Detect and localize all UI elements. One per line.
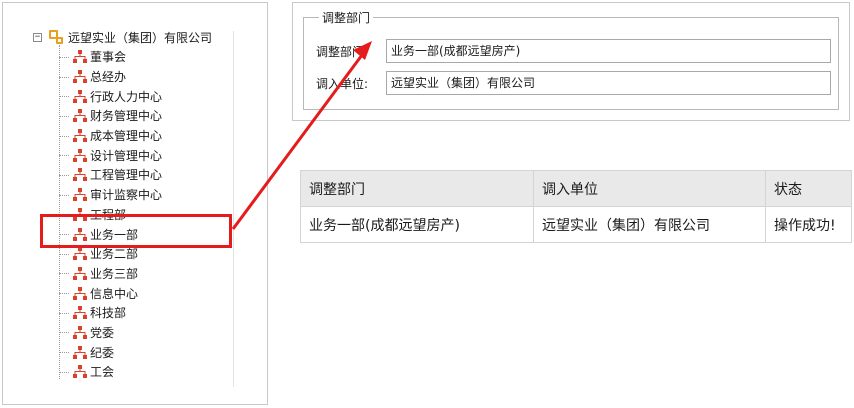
adjust-department-panel: 调整部门 调整部门 业务一部(成都远望房产) 调入单位: 远望实业（集团）有限公… — [292, 2, 850, 121]
tree-item[interactable]: 行政人力中心 — [59, 86, 162, 106]
department-icon — [73, 306, 87, 320]
table-cell: 操作成功! — [765, 206, 852, 243]
tree-item[interactable]: 董事会 — [59, 47, 162, 67]
department-icon — [73, 266, 87, 280]
department-label: 调整部门 — [316, 44, 365, 59]
department-icon — [73, 168, 87, 182]
tree-item[interactable]: 工会 — [59, 362, 162, 382]
tree-item-label: 设计管理中心 — [90, 148, 163, 163]
tree-item-label: 业务三部 — [90, 266, 139, 281]
tree-item[interactable]: 设计管理中心 — [59, 145, 162, 165]
department-icon — [73, 325, 87, 339]
tree-item-label: 成本管理中心 — [90, 129, 163, 144]
tree-item-label: 工会 — [90, 365, 115, 380]
tree-item[interactable]: 工程管理中心 — [59, 165, 162, 185]
unit-field[interactable]: 远望实业（集团）有限公司 — [386, 71, 831, 95]
tree-item[interactable]: 党委 — [59, 323, 162, 343]
tree-item-label: 信息中心 — [90, 286, 139, 301]
table-cell: 业务一部(成都远望房产) — [300, 206, 534, 243]
tree-item-label: 科技部 — [90, 306, 127, 321]
department-icon — [73, 70, 87, 84]
tree-item-label: 工程管理中心 — [90, 168, 163, 183]
tree-divider — [233, 31, 234, 387]
column-header: 状态 — [765, 170, 852, 207]
department-icon — [73, 148, 87, 162]
unit-row: 调入单位: 远望实业（集团）有限公司 — [304, 70, 838, 96]
tree-item-label: 审计监察中心 — [90, 188, 163, 203]
collapse-toggle-icon[interactable]: − — [33, 32, 42, 42]
tree-item-label: 财务管理中心 — [90, 109, 163, 124]
department-icon — [73, 188, 87, 202]
tree-root-node[interactable]: − 远望实业（集团）有限公司 — [33, 28, 212, 46]
tree-item[interactable]: 信息中心 — [59, 283, 162, 303]
table-header-row: 调整部门 调入单位 状态 — [300, 170, 852, 207]
department-icon — [73, 129, 87, 143]
tree-item-label: 行政人力中心 — [90, 89, 163, 104]
tree-item[interactable]: 纪委 — [59, 342, 162, 362]
tree-item[interactable]: 审计监察中心 — [59, 185, 162, 205]
department-icon — [73, 345, 87, 359]
tree-item[interactable]: 财务管理中心 — [59, 106, 162, 126]
column-header: 调入单位 — [533, 170, 766, 207]
tree-root-label: 远望实业（集团）有限公司 — [68, 30, 213, 45]
department-field[interactable]: 业务一部(成都远望房产) — [386, 39, 831, 63]
tree-item[interactable]: 业务三部 — [59, 264, 162, 284]
tree-item[interactable]: 总经办 — [59, 67, 162, 87]
result-table: 调整部门 调入单位 状态 业务一部(成都远望房产) 远望实业（集团）有限公司 操… — [300, 170, 852, 243]
tree-item-label: 总经办 — [90, 70, 127, 85]
org-tree-panel: − 远望实业（集团）有限公司 董事会总经办行政人力中心 财务管理中心 成本管理中心设… — [2, 2, 268, 405]
organization-icon — [49, 30, 63, 44]
tree-item[interactable]: 科技部 — [59, 303, 162, 323]
fieldset-legend: 调整部门 — [319, 9, 374, 26]
unit-label: 调入单位: — [316, 76, 369, 91]
adjust-department-fieldset: 调整部门 调整部门 业务一部(成都远望房产) 调入单位: 远望实业（集团）有限公… — [303, 9, 839, 110]
column-header: 调整部门 — [300, 170, 534, 207]
department-icon — [73, 109, 87, 123]
tree-item-label: 党委 — [90, 325, 115, 340]
department-icon — [73, 89, 87, 103]
tree-item[interactable]: 成本管理中心 — [59, 126, 162, 146]
table-cell: 远望实业（集团）有限公司 — [533, 206, 766, 243]
department-icon — [73, 286, 87, 300]
tree-item-label: 董事会 — [90, 50, 127, 65]
department-icon — [73, 247, 87, 261]
department-row: 调整部门 业务一部(成都远望房产) — [304, 38, 838, 64]
tree-item-label: 纪委 — [90, 345, 115, 360]
selection-highlight-box — [40, 214, 232, 248]
department-icon — [73, 50, 87, 64]
table-row: 业务一部(成都远望房产) 远望实业（集团）有限公司 操作成功! — [300, 206, 852, 243]
department-icon — [73, 365, 87, 379]
